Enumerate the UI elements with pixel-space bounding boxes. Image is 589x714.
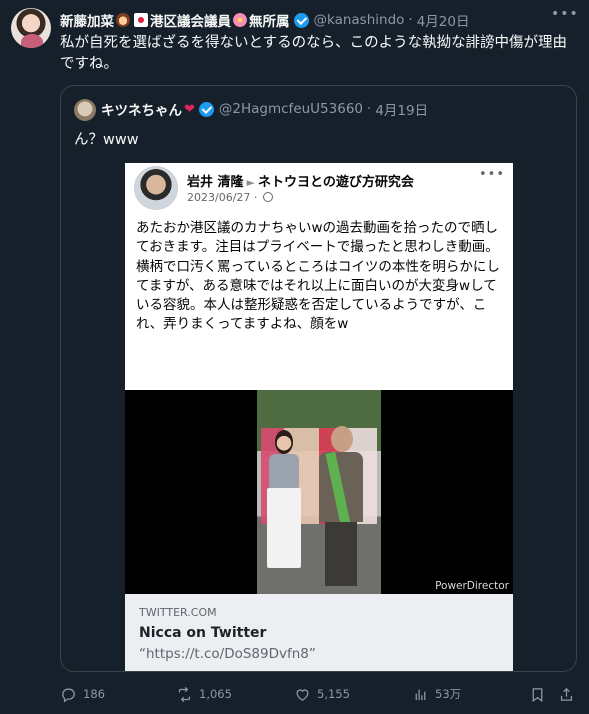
separator-dot: · xyxy=(408,12,413,28)
fb-date-text: 2023/06/27 xyxy=(187,191,251,204)
link-card-domain: TWITTER.COM xyxy=(139,606,217,619)
bookmark-button[interactable] xyxy=(529,684,552,704)
reply-icon xyxy=(62,688,75,702)
video-player[interactable]: PowerDirector xyxy=(125,390,513,594)
fb-post-date: 2023/06/27 · xyxy=(187,191,273,204)
quote-author-name[interactable]: キツネちゃん xyxy=(101,99,182,119)
tweet-date[interactable]: 4月20日 xyxy=(417,10,470,30)
heart-icon xyxy=(296,688,309,701)
link-card-title: Nicca on Twitter xyxy=(139,625,267,641)
globe-icon xyxy=(262,192,273,202)
reply-button[interactable]: 186 xyxy=(60,684,105,704)
quote-text: ん？www xyxy=(74,132,139,148)
fb-post-body: あたおか港区議のカナちゃいwの過去動画を拾ったので晒しておきます。注目はプライベ… xyxy=(136,220,500,333)
quote-date[interactable]: 4月19日 xyxy=(375,99,428,119)
link-card-description: “https://t.co/DoS89Dvfn8” xyxy=(139,646,316,662)
quoted-tweet[interactable]: キツネちゃん ❤ @2HagmcfeuU53660 · 4月19日 ん？www … xyxy=(60,85,577,672)
like-count: 5,155 xyxy=(317,687,350,701)
fb-author-avatar xyxy=(134,166,178,210)
tweet-actions: 186 1,065 5,155 53万 xyxy=(60,684,578,704)
fb-post-title: 岩井 清隆 ► ネトウヨとの遊び方研究会 xyxy=(187,171,414,190)
fb-author-name: 岩井 清隆 xyxy=(187,175,244,190)
video-frame xyxy=(257,390,381,594)
author-name[interactable]: 新藤加菜 xyxy=(60,10,114,30)
verified-badge-icon xyxy=(198,101,214,117)
retweet-count: 1,065 xyxy=(199,687,232,701)
share-icon xyxy=(560,687,573,701)
right-arrow-icon: ► xyxy=(246,176,255,189)
tweet-text: 私が自死を選ばざるを得ないとするのなら、このような執拗な誹謗中傷が理由ですね。 xyxy=(60,35,568,72)
link-card[interactable]: TWITTER.COM Nicca on Twitter “https://t.… xyxy=(125,594,513,671)
share-button[interactable] xyxy=(558,684,581,704)
verified-badge-icon xyxy=(293,12,309,28)
retweet-button[interactable]: 1,065 xyxy=(176,684,232,704)
analytics-icon xyxy=(415,689,426,700)
separator-dot: · xyxy=(367,101,372,117)
author-handle[interactable]: @kanashindo xyxy=(314,12,405,28)
retweet-icon xyxy=(178,686,191,702)
views-count: 53万 xyxy=(435,687,462,701)
reply-count: 186 xyxy=(83,687,105,701)
japan-flag-icon xyxy=(134,13,148,27)
tweet-header: 新藤加菜 港区議会議員 無所属 @kanashindo · 4月20日 xyxy=(60,10,549,30)
like-button[interactable]: 5,155 xyxy=(294,684,350,704)
quote-header: キツネちゃん ❤ @2HagmcfeuU53660 · 4月19日 xyxy=(101,99,428,119)
girl-emoji-icon xyxy=(116,13,130,27)
person-man xyxy=(317,426,365,586)
fb-group-name: ネトウヨとの遊び方研究会 xyxy=(258,175,414,190)
author-party[interactable]: 無所属 xyxy=(249,10,290,30)
more-options-icon[interactable]: ••• xyxy=(551,6,578,26)
views-button[interactable]: 53万 xyxy=(412,684,461,704)
red-heart-icon: ❤ xyxy=(184,101,195,117)
person-woman xyxy=(265,430,303,580)
quote-author-handle[interactable]: @2HagmcfeuU53660 xyxy=(219,101,363,117)
tweet[interactable]: 新藤加菜 港区議会議員 無所属 @kanashindo · 4月20日 ••• … xyxy=(0,0,589,714)
video-watermark: PowerDirector xyxy=(435,580,509,592)
bookmark-icon xyxy=(532,687,543,702)
facebook-post-screenshot: 岩井 清隆 ► ネトウヨとの遊び方研究会 2023/06/27 · ••• あたおか… xyxy=(125,163,513,390)
author-avatar[interactable] xyxy=(11,8,51,48)
quote-author-avatar[interactable] xyxy=(74,99,96,121)
fb-more-icon: ••• xyxy=(478,167,505,182)
cherry-blossom-icon xyxy=(233,13,247,27)
author-affiliation[interactable]: 港区議会議員 xyxy=(150,10,231,30)
